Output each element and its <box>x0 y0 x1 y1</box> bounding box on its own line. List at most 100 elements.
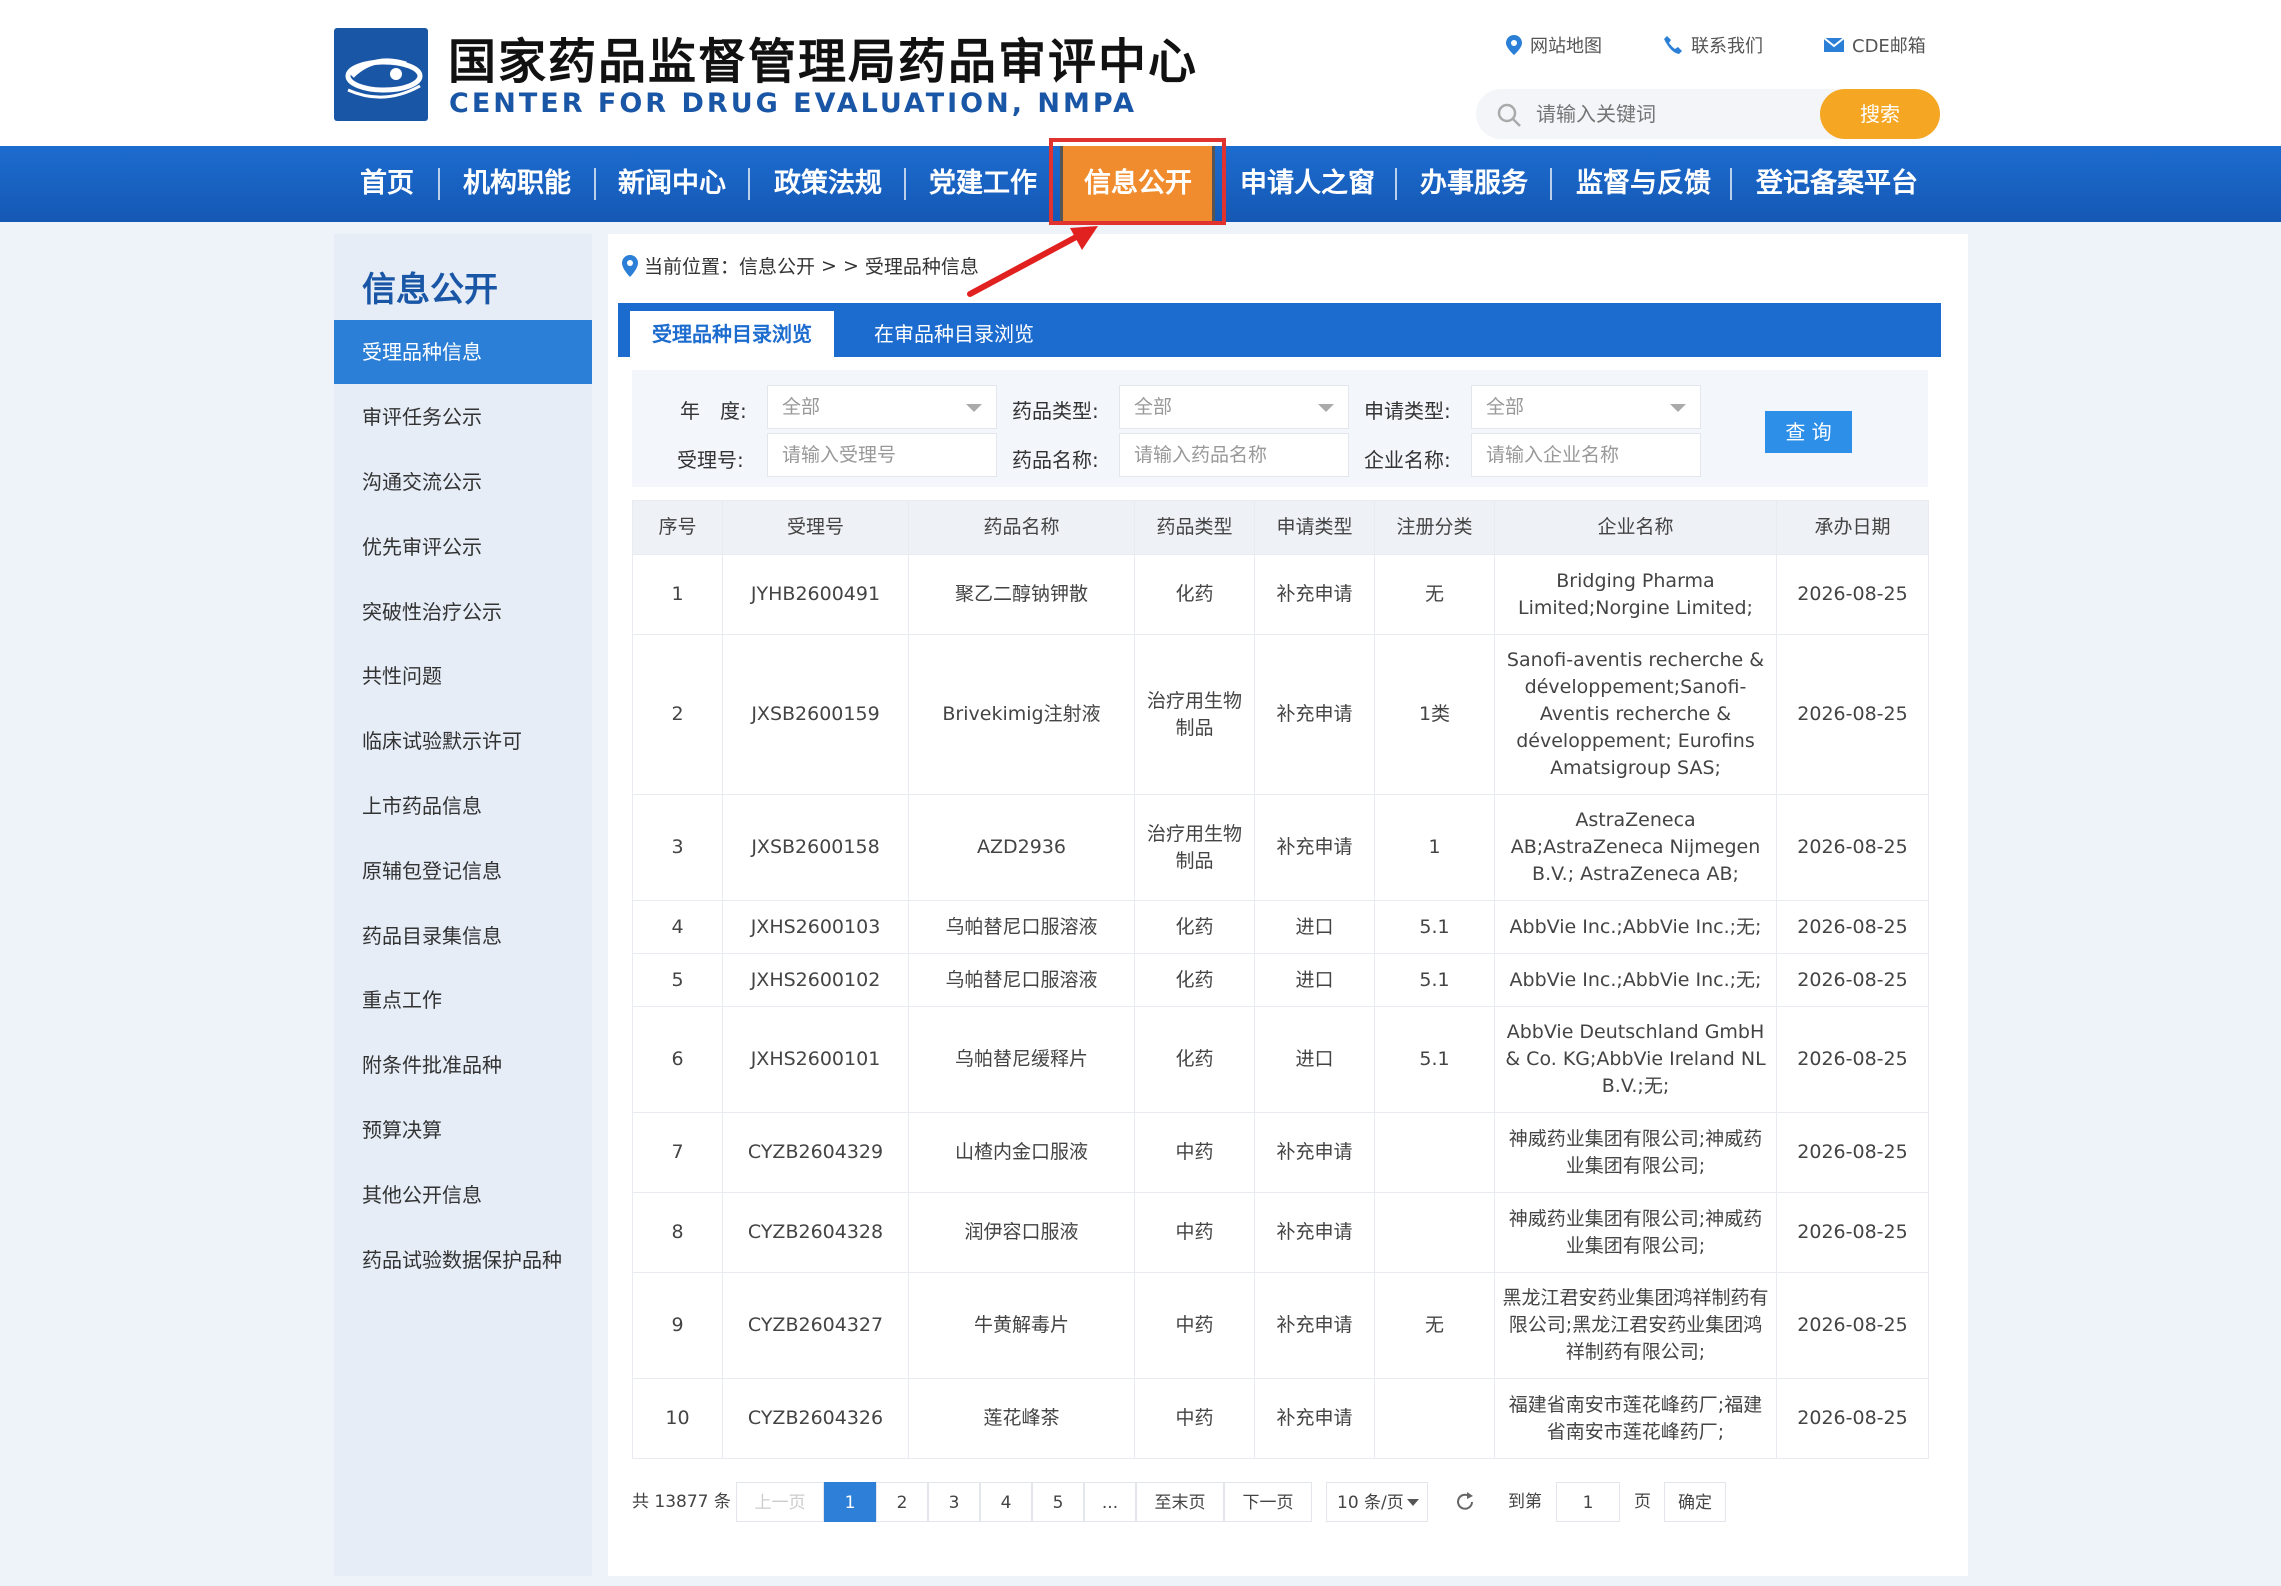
cell-drug-name: 乌帕替尼口服溶液 <box>908 900 1135 954</box>
nav-home[interactable]: 首页 <box>360 146 414 222</box>
contact-label: 联系我们 <box>1691 36 1763 57</box>
sidebar-item-priority[interactable]: 优先审评公示 <box>334 515 592 579</box>
cell-drug-name: 乌帕替尼缓释片 <box>908 1006 1135 1113</box>
table-row[interactable]: 5 JXHS2600102 乌帕替尼口服溶液 化药 进口 5.1 AbbVie … <box>632 953 1929 1007</box>
nav-separator <box>748 168 750 200</box>
prev-page-button[interactable]: 上一页 <box>736 1482 824 1522</box>
sitemap-link[interactable]: 网站地图 <box>1506 32 1602 58</box>
sidebar-item-key-work[interactable]: 重点工作 <box>334 968 592 1032</box>
goto-page-input[interactable]: 1 <box>1556 1482 1620 1522</box>
cell-index: 2 <box>632 634 723 795</box>
cell-reg-class: 1 <box>1374 794 1495 901</box>
sidebar-item-conditional[interactable]: 附条件批准品种 <box>334 1033 592 1097</box>
cell-reg-class: 5.1 <box>1374 1006 1495 1113</box>
cell-company: AstraZeneca AB;AstraZeneca Nijmegen B.V.… <box>1494 794 1777 901</box>
contact-link[interactable]: 联系我们 <box>1663 32 1763 58</box>
sidebar-item-data-protection[interactable]: 药品试验数据保护品种 <box>334 1228 592 1292</box>
cell-date: 2026-08-25 <box>1776 554 1929 635</box>
table-row[interactable]: 7 CYZB2604329 山楂内金口服液 中药 补充申请 神威药业集团有限公司… <box>632 1112 1929 1193</box>
col-header-accept-no: 受理号 <box>722 500 909 555</box>
sidebar-item-accepted[interactable]: 受理品种信息 <box>334 320 592 384</box>
nav-policy[interactable]: 政策法规 <box>774 146 882 222</box>
cell-company: 黑龙江君安药业集团鸿祥制药有限公司;黑龙江君安药业集团鸿祥制药有限公司; <box>1494 1272 1777 1379</box>
page-button[interactable]: 4 <box>980 1482 1032 1522</box>
nav-separator <box>438 168 440 200</box>
cell-drug-type: 中药 <box>1134 1112 1255 1193</box>
cell-accept-no: CYZB2604328 <box>722 1192 909 1273</box>
tab-accepted-catalog[interactable]: 受理品种目录浏览 <box>630 311 834 357</box>
col-header-reg-class: 注册分类 <box>1374 500 1495 555</box>
table-row[interactable]: 9 CYZB2604327 牛黄解毒片 中药 补充申请 无 黑龙江君安药业集团鸿… <box>632 1272 1929 1379</box>
search-button[interactable]: 搜索 <box>1820 89 1940 139</box>
site-logo[interactable] <box>334 28 428 121</box>
nav-registration[interactable]: 登记备案平台 <box>1756 146 1918 222</box>
cell-company: 神威药业集团有限公司;神威药业集团有限公司; <box>1494 1192 1777 1273</box>
table-row[interactable]: 6 JXHS2600101 乌帕替尼缓释片 化药 进口 5.1 AbbVie D… <box>632 1006 1929 1113</box>
sidebar-item-clinical-trial[interactable]: 临床试验默示许可 <box>334 709 592 773</box>
cell-apply-type: 进口 <box>1254 1006 1375 1113</box>
cell-accept-no: JYHB2600491 <box>722 554 909 635</box>
drug-name-input[interactable]: 请输入药品名称 <box>1119 433 1349 477</box>
sidebar-item-breakthrough[interactable]: 突破性治疗公示 <box>334 580 592 644</box>
sidebar-item-common-issues[interactable]: 共性问题 <box>334 644 592 708</box>
last-page-button[interactable]: 至末页 <box>1136 1482 1224 1522</box>
sidebar-item-excipients[interactable]: 原辅包登记信息 <box>334 839 592 903</box>
table-row[interactable]: 2 JXSB2600159 Brivekimig注射液 治疗用生物制品 补充申请… <box>632 634 1929 795</box>
next-page-button[interactable]: 下一页 <box>1224 1482 1312 1522</box>
page-button[interactable]: 3 <box>928 1482 980 1522</box>
breadcrumb-separator: > > <box>821 254 859 277</box>
nav-services[interactable]: 办事服务 <box>1420 146 1528 222</box>
page-button[interactable]: 5 <box>1032 1482 1084 1522</box>
cell-apply-type: 补充申请 <box>1254 634 1375 795</box>
nav-functions[interactable]: 机构职能 <box>463 146 571 222</box>
drug-type-select[interactable]: 全部 <box>1119 385 1349 429</box>
table-row[interactable]: 8 CYZB2604328 润伊容口服液 中药 补充申请 神威药业集团有限公司;… <box>632 1192 1929 1273</box>
sidebar-item-marketed[interactable]: 上市药品信息 <box>334 774 592 838</box>
search-input[interactable] <box>1536 99 1836 129</box>
sidebar-item-budget[interactable]: 预算决算 <box>334 1098 592 1162</box>
nav-applicant[interactable]: 申请人之窗 <box>1240 146 1375 222</box>
table-row[interactable]: 4 JXHS2600103 乌帕替尼口服溶液 化药 进口 5.1 AbbVie … <box>632 900 1929 954</box>
table-row[interactable]: 1 JYHB2600491 聚乙二醇钠钾散 化药 补充申请 无 Bridging… <box>632 554 1929 635</box>
breadcrumb-prefix[interactable]: 当前位置：信息公开 <box>644 252 815 279</box>
refresh-icon[interactable] <box>1454 1491 1476 1513</box>
cell-drug-name: 润伊容口服液 <box>908 1192 1135 1273</box>
cell-date: 2026-08-25 <box>1776 634 1929 795</box>
sidebar-item-review-tasks[interactable]: 审评任务公示 <box>334 385 592 449</box>
page-button[interactable]: 2 <box>876 1482 928 1522</box>
nav-party[interactable]: 党建工作 <box>929 146 1037 222</box>
col-header-company: 企业名称 <box>1494 500 1777 555</box>
search-icon <box>1497 103 1521 127</box>
apply-type-select[interactable]: 全部 <box>1471 385 1701 429</box>
page-button[interactable]: 1 <box>824 1482 876 1522</box>
mail-link[interactable]: CDE邮箱 <box>1824 32 1926 58</box>
cell-reg-class: 5.1 <box>1374 953 1495 1007</box>
cell-company: 神威药业集团有限公司;神威药业集团有限公司; <box>1494 1112 1777 1193</box>
tab-in-review-catalog[interactable]: 在审品种目录浏览 <box>874 311 1034 357</box>
sidebar-item-catalog[interactable]: 药品目录集信息 <box>334 904 592 968</box>
mail-label: CDE邮箱 <box>1852 36 1926 57</box>
company-name-input[interactable]: 请输入企业名称 <box>1471 433 1701 477</box>
cell-date: 2026-08-25 <box>1776 794 1929 901</box>
goto-confirm-button[interactable]: 确定 <box>1664 1482 1726 1522</box>
breadcrumb-current: 受理品种信息 <box>864 256 979 278</box>
year-select[interactable]: 全部 <box>767 385 997 429</box>
accept-no-input[interactable]: 请输入受理号 <box>767 433 997 477</box>
site-subtitle: CENTER FOR DRUG EVALUATION, NMPA <box>449 88 1138 119</box>
table-row[interactable]: 10 CYZB2604326 莲花峰茶 中药 补充申请 福建省南安市莲花峰药厂;… <box>632 1378 1929 1459</box>
page-ellipsis: ... <box>1084 1482 1136 1522</box>
cell-reg-class <box>1374 1112 1495 1193</box>
nav-supervision[interactable]: 监督与反馈 <box>1576 146 1711 222</box>
cell-drug-name: 聚乙二醇钠钾散 <box>908 554 1135 635</box>
sidebar-item-communication[interactable]: 沟通交流公示 <box>334 450 592 514</box>
cell-apply-type: 补充申请 <box>1254 1378 1375 1459</box>
sitemap-label: 网站地图 <box>1530 36 1602 57</box>
nav-news[interactable]: 新闻中心 <box>618 146 726 222</box>
table-row[interactable]: 3 JXSB2600158 AZD2936 治疗用生物制品 补充申请 1 Ast… <box>632 794 1929 901</box>
sidebar-item-other[interactable]: 其他公开信息 <box>334 1163 592 1227</box>
cell-drug-type: 治疗用生物制品 <box>1134 794 1255 901</box>
query-button[interactable]: 查 询 <box>1765 411 1852 453</box>
company-name-label: 企业名称: <box>1364 448 1451 472</box>
cell-accept-no: JXSB2600158 <box>722 794 909 901</box>
page-size-select[interactable]: 10 条/页 <box>1326 1482 1428 1522</box>
